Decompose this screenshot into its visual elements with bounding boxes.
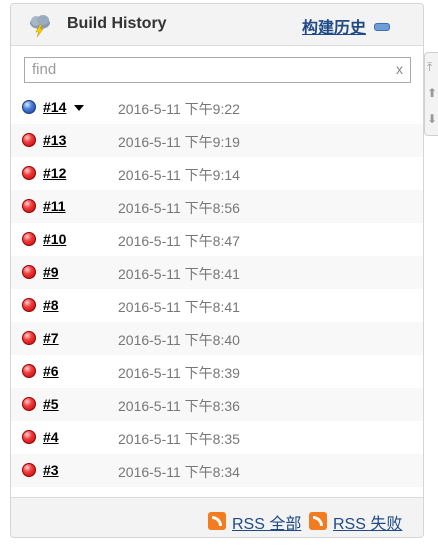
build-trend-link[interactable]: 构建历史 — [302, 14, 366, 38]
cloud-lightning-icon — [30, 15, 50, 38]
build-number-link[interactable]: #5 — [43, 396, 59, 412]
widget-title: Build History — [67, 15, 167, 32]
build-number-link[interactable]: #8 — [43, 297, 59, 313]
widget-header: Build History 构建历史 — [11, 4, 423, 46]
build-timestamp: 2016-5-11 下午8:39 — [118, 365, 240, 381]
rss-icon — [309, 512, 327, 530]
page-up-icon[interactable]: ⬆ — [427, 87, 438, 99]
failed-status-icon[interactable] — [22, 133, 36, 147]
build-timestamp: 2016-5-11 下午9:22 — [118, 101, 240, 117]
rss-failed-link[interactable]: RSS 失败 — [309, 509, 409, 533]
build-row: #7 2016-5-11 下午8:40 — [11, 322, 423, 355]
build-timestamp: 2016-5-11 下午8:47 — [118, 233, 240, 249]
failed-status-icon[interactable] — [22, 232, 36, 246]
build-number-link[interactable]: #3 — [43, 462, 59, 478]
search-input[interactable] — [25, 58, 387, 80]
build-timestamp: 2016-5-11 下午9:19 — [118, 134, 240, 150]
build-list: #14 2016-5-11 下午9:22 #13 2016-5-11 下午9:19 #1… — [11, 91, 423, 487]
failed-status-icon[interactable] — [22, 364, 36, 378]
build-number-link[interactable]: #9 — [43, 264, 59, 280]
build-history-widget: Build History 构建历史 x #14 2016-5-11 下午9:22… — [10, 3, 424, 538]
success-status-icon[interactable] — [22, 100, 36, 114]
build-row: #4 2016-5-11 下午8:35 — [11, 421, 423, 454]
page-down-icon[interactable]: ⬇ — [427, 113, 438, 125]
collapse-icon[interactable] — [374, 23, 390, 31]
rss-all-link[interactable]: RSS 全部 — [208, 509, 308, 533]
failed-status-icon[interactable] — [22, 397, 36, 411]
failed-status-icon[interactable] — [22, 298, 36, 312]
build-row: #9 2016-5-11 下午8:41 — [11, 256, 423, 289]
page-top-icon[interactable]: ⤒ — [427, 61, 438, 73]
failed-status-icon[interactable] — [22, 430, 36, 444]
rss-all-label: RSS 全部 — [232, 516, 302, 533]
build-timestamp: 2016-5-11 下午8:41 — [118, 266, 240, 282]
build-timestamp: 2016-5-11 下午8:41 — [118, 299, 240, 315]
build-number-link[interactable]: #6 — [43, 363, 59, 379]
build-timestamp: 2016-5-11 下午8:40 — [118, 332, 240, 348]
build-number-link[interactable]: #11 — [43, 198, 66, 214]
build-row: #10 2016-5-11 下午8:47 — [11, 223, 423, 256]
build-menu-dropdown-icon[interactable] — [74, 105, 84, 111]
build-number-link[interactable]: #10 — [43, 231, 66, 247]
build-timestamp: 2016-5-11 下午8:36 — [118, 398, 240, 414]
search-box: x — [24, 57, 411, 83]
build-number-link[interactable]: #12 — [43, 165, 66, 181]
rss-icon — [208, 512, 226, 530]
build-number-link[interactable]: #7 — [43, 330, 59, 346]
failed-status-icon[interactable] — [22, 166, 36, 180]
failed-status-icon[interactable] — [22, 463, 36, 477]
build-row: #11 2016-5-11 下午8:56 — [11, 190, 423, 223]
build-row: #5 2016-5-11 下午8:36 — [11, 388, 423, 421]
build-row: #6 2016-5-11 下午8:39 — [11, 355, 423, 388]
widget-footer: RSS 全部 RSS 失败 — [11, 497, 423, 537]
failed-status-icon[interactable] — [22, 265, 36, 279]
page-navigation-strip: ⤒ ⬆ ⬇ — [424, 52, 438, 136]
build-number-link[interactable]: #4 — [43, 429, 59, 445]
failed-status-icon[interactable] — [22, 331, 36, 345]
build-row: #12 2016-5-11 下午9:14 — [11, 157, 423, 190]
failed-status-icon[interactable] — [22, 199, 36, 213]
rss-failed-label: RSS 失败 — [333, 516, 403, 533]
build-row: #8 2016-5-11 下午8:41 — [11, 289, 423, 322]
build-timestamp: 2016-5-11 下午8:56 — [118, 200, 240, 216]
build-row: #13 2016-5-11 下午9:19 — [11, 124, 423, 157]
build-number-link[interactable]: #14 — [43, 99, 66, 115]
build-timestamp: 2016-5-11 下午8:35 — [118, 431, 240, 447]
build-timestamp: 2016-5-11 下午8:34 — [118, 464, 240, 480]
clear-search-icon[interactable]: x — [396, 61, 403, 77]
build-number-link[interactable]: #13 — [43, 132, 66, 148]
build-row: #3 2016-5-11 下午8:34 — [11, 454, 423, 487]
build-row: #14 2016-5-11 下午9:22 — [11, 91, 423, 124]
build-timestamp: 2016-5-11 下午9:14 — [118, 167, 240, 183]
